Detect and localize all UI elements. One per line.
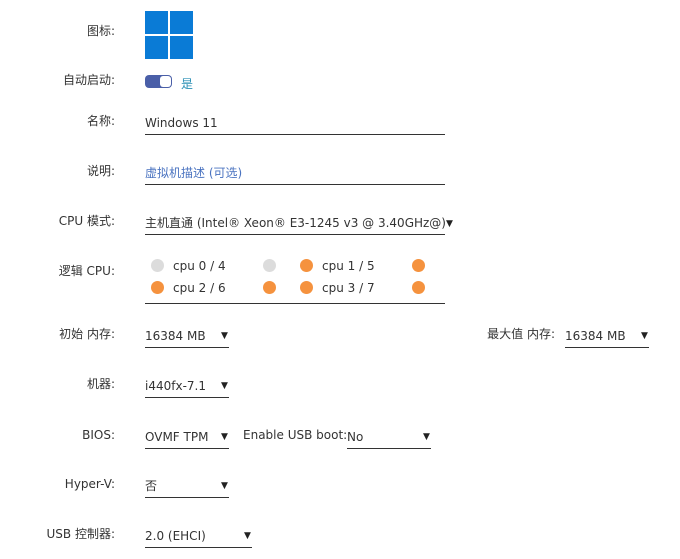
cpu-mode-label: CPU 模式: xyxy=(58,214,115,228)
machine-select[interactable]: i440fx-7.1 xyxy=(145,376,229,398)
autostart-toggle[interactable] xyxy=(145,75,172,88)
usb-boot-label: Enable USB boot: xyxy=(243,428,348,442)
initial-memory-arrow-icon[interactable]: ▼ xyxy=(221,331,228,341)
cpu-3-checkbox[interactable] xyxy=(300,281,313,294)
max-memory-label: 最大值 内存: xyxy=(487,327,555,341)
logo-pane-tl xyxy=(145,11,168,34)
cpu-5-checkbox[interactable] xyxy=(412,259,425,272)
cpu-2-label: cpu 2 / 6 xyxy=(173,281,226,295)
cpu-3-label: cpu 3 / 7 xyxy=(322,281,375,295)
icon-label: 图标: xyxy=(86,24,115,38)
initial-memory-select[interactable]: 16384 MB xyxy=(145,326,229,348)
logo-pane-tr xyxy=(170,11,193,34)
cpu-0-label: cpu 0 / 4 xyxy=(173,259,226,273)
cpu-1-checkbox[interactable] xyxy=(300,259,313,272)
usb-controller-select[interactable]: 2.0 (EHCI) xyxy=(145,526,252,548)
cpu-mode-arrow-icon[interactable]: ▼ xyxy=(446,219,453,229)
description-label: 说明: xyxy=(86,164,115,178)
cpu-0-checkbox[interactable] xyxy=(151,259,164,272)
initial-memory-label: 初始 内存: xyxy=(59,327,115,341)
logo-pane-br xyxy=(170,36,193,59)
cpu-4-checkbox[interactable] xyxy=(263,259,276,272)
bios-select[interactable]: OVMF TPM xyxy=(145,427,229,449)
hyperv-select[interactable]: 否 xyxy=(145,476,229,498)
bios-arrow-icon[interactable]: ▼ xyxy=(221,432,228,442)
name-label: 名称: xyxy=(86,114,115,128)
logo-pane-bl xyxy=(145,36,168,59)
logical-cpu-label: 逻辑 CPU: xyxy=(58,264,115,278)
autostart-label: 自动启动: xyxy=(62,73,115,87)
usb-controller-arrow-icon[interactable]: ▼ xyxy=(244,531,251,541)
autostart-value: 是 xyxy=(181,77,194,91)
hyperv-label: Hyper-V: xyxy=(64,477,115,491)
cpu-6-checkbox[interactable] xyxy=(263,281,276,294)
bios-label: BIOS: xyxy=(82,428,115,442)
machine-arrow-icon[interactable]: ▼ xyxy=(221,381,228,391)
hyperv-arrow-icon[interactable]: ▼ xyxy=(221,481,228,491)
cpu-7-checkbox[interactable] xyxy=(412,281,425,294)
cpu-1-label: cpu 1 / 5 xyxy=(322,259,375,273)
cpu-2-checkbox[interactable] xyxy=(151,281,164,294)
machine-label: 机器: xyxy=(86,377,115,391)
usb-controller-label: USB 控制器: xyxy=(46,527,116,541)
usb-boot-select[interactable]: No xyxy=(347,427,431,449)
toggle-knob xyxy=(160,76,171,87)
description-input[interactable]: 虚拟机描述 (可选) xyxy=(145,163,445,185)
max-memory-select[interactable]: 16384 MB xyxy=(565,326,649,348)
usb-boot-arrow-icon[interactable]: ▼ xyxy=(423,432,430,442)
name-input[interactable]: Windows 11 xyxy=(145,113,445,135)
cpu-underline xyxy=(145,303,445,304)
max-memory-arrow-icon[interactable]: ▼ xyxy=(641,331,648,341)
cpu-mode-select[interactable]: 主机直通 (Intel® Xeon® E3-1245 v3 @ 3.40GHz@… xyxy=(145,213,445,235)
windows-logo-icon[interactable] xyxy=(145,11,193,59)
